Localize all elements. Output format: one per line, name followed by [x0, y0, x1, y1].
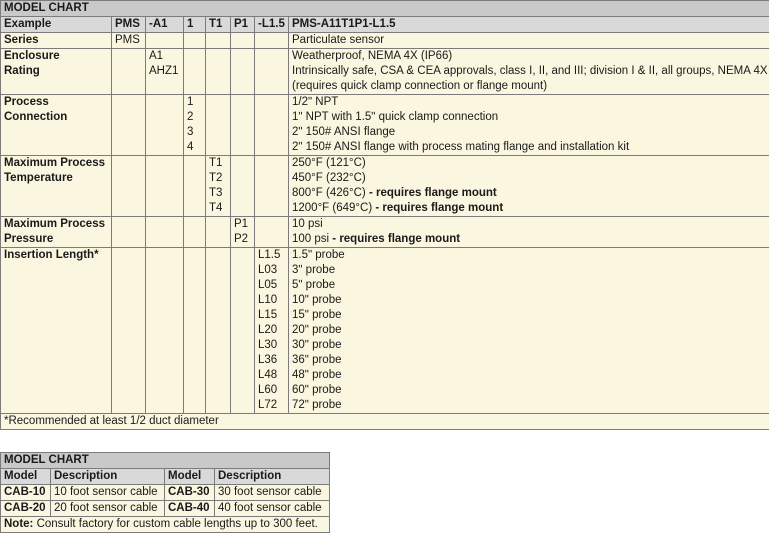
cable-row: CAB-20 20 foot sensor cable CAB-40 40 fo… [1, 501, 330, 517]
example-full-model: PMS-A11T1P1-L1.5 [289, 17, 769, 33]
cable-model: CAB-40 [165, 501, 215, 517]
example-label: Example [1, 17, 112, 33]
example-enclosure: -A1 [146, 17, 184, 33]
enclosure-label: Enclosure Rating [1, 49, 112, 95]
cable-model: CAB-20 [1, 501, 51, 517]
cable-header-model-2: Model [165, 469, 215, 485]
cable-row: CAB-10 10 foot sensor cable CAB-30 30 fo… [1, 485, 330, 501]
example-pressure: P1 [231, 17, 255, 33]
connection-row: Process Connection 1 2 3 4 1/2ʺ NPT 1ʺ N… [1, 95, 769, 156]
enclosure-codes: A1 AHZ1 [146, 49, 184, 95]
connection-label: Process Connection [1, 95, 112, 156]
pressure-codes: P1 P2 [231, 217, 255, 248]
insertion-row: Insertion Length* L1.5 L03 L05 L10 L15 L… [1, 248, 769, 414]
cable-desc: 10 foot sensor cable [51, 485, 165, 501]
pressure-row: Maximum Process Pressure P1 P2 10 psi 10… [1, 217, 769, 248]
model-chart-table: MODEL CHART Example PMS -A1 1 T1 P1 -L1.… [0, 0, 769, 430]
chart-title: MODEL CHART [1, 1, 769, 17]
series-desc: Particulate sensor [289, 33, 769, 49]
example-temperature: T1 [206, 17, 231, 33]
cable-chart-title: MODEL CHART [1, 453, 330, 469]
pressure-label: Maximum Process Pressure [1, 217, 112, 248]
cable-header-desc-1: Description [51, 469, 165, 485]
insertion-codes: L1.5 L03 L05 L10 L15 L20 L30 L36 L48 L60… [255, 248, 289, 414]
example-row: Example PMS -A1 1 T1 P1 -L1.5 PMS-A11T1P… [1, 17, 769, 33]
connection-codes: 1 2 3 4 [184, 95, 206, 156]
cable-header-desc-2: Description [215, 469, 330, 485]
example-connection: 1 [184, 17, 206, 33]
note-label: Note: [4, 518, 33, 530]
temperature-descs: 250°F (121°C) 450°F (232°C) 800°F (426°C… [289, 156, 769, 217]
note-text: Consult factory for custom cable lengths… [33, 518, 317, 530]
series-label: Series [1, 33, 112, 49]
cable-note: Note: Consult factory for custom cable l… [1, 517, 330, 533]
enclosure-descs: Weatherproof, NEMA 4X (IP66) Intrinsical… [289, 49, 769, 95]
cable-chart-title-row: MODEL CHART [1, 453, 330, 469]
connection-descs: 1/2ʺ NPT 1ʺ NPT with 1.5ʺ quick clamp co… [289, 95, 769, 156]
temperature-label: Maximum Process Temperature [1, 156, 112, 217]
cable-header-model-1: Model [1, 469, 51, 485]
enclosure-row: Enclosure Rating A1 AHZ1 Weatherproof, N… [1, 49, 769, 95]
example-series: PMS [112, 17, 146, 33]
cable-desc: 30 foot sensor cable [215, 485, 330, 501]
temperature-codes: T1 T2 T3 T4 [206, 156, 231, 217]
temperature-row: Maximum Process Temperature T1 T2 T3 T4 … [1, 156, 769, 217]
insertion-label: Insertion Length* [1, 248, 112, 414]
cable-header-row: Model Description Model Description [1, 469, 330, 485]
footnote-row: *Recommended at least 1/2 duct diameter [1, 414, 769, 430]
chart-title-row: MODEL CHART [1, 1, 769, 17]
footnote: *Recommended at least 1/2 duct diameter [1, 414, 769, 430]
cable-desc: 20 foot sensor cable [51, 501, 165, 517]
example-length: -L1.5 [255, 17, 289, 33]
series-code: PMS [112, 33, 146, 49]
cable-model-chart-table: MODEL CHART Model Description Model Desc… [0, 452, 330, 533]
cable-desc: 40 foot sensor cable [215, 501, 330, 517]
insertion-descs: 1.5ʺ probe 3ʺ probe 5ʺ probe 10ʺ probe 1… [289, 248, 769, 414]
cable-note-row: Note: Consult factory for custom cable l… [1, 517, 330, 533]
cable-model: CAB-10 [1, 485, 51, 501]
cable-model: CAB-30 [165, 485, 215, 501]
pressure-descs: 10 psi 100 psi - requires flange mount [289, 217, 769, 248]
series-row: Series PMS Particulate sensor [1, 33, 769, 49]
